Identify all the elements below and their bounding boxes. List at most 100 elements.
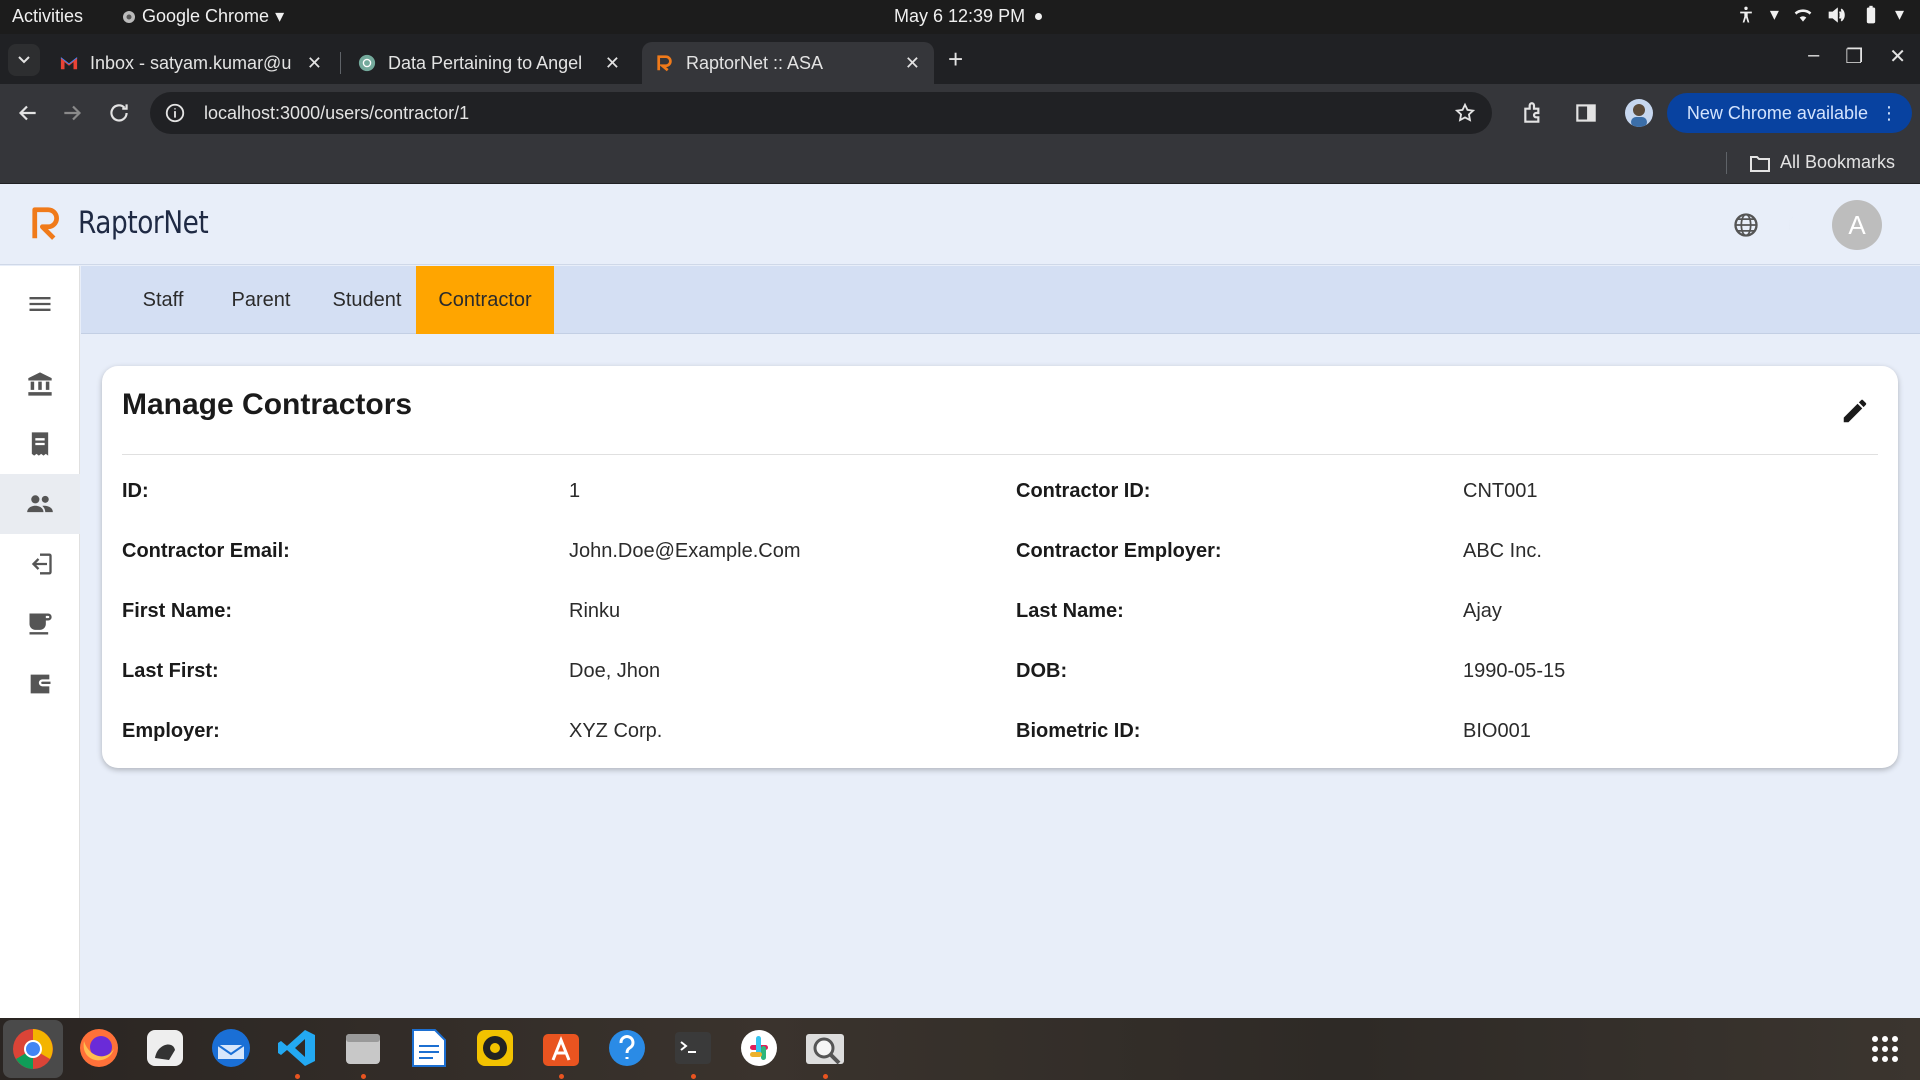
dock-image-viewer[interactable] xyxy=(803,1026,847,1070)
firefox-icon xyxy=(80,1029,118,1067)
all-bookmarks-button[interactable]: All Bookmarks xyxy=(1750,152,1895,173)
sidebar-menu-toggle[interactable] xyxy=(0,274,80,334)
grid-dot-icon xyxy=(1882,1046,1888,1052)
app-menu[interactable]: Google Chrome ▾ xyxy=(122,6,284,27)
raptornet-logo-icon xyxy=(32,207,59,240)
user-type-tabs: Staff Parent Student Contractor xyxy=(81,266,1920,334)
extensions-icon[interactable] xyxy=(1521,100,1547,126)
bookmarks-bar: All Bookmarks xyxy=(0,142,1920,184)
field-label-first-name: First Name: xyxy=(122,600,233,622)
activities-button[interactable]: Activities xyxy=(12,6,83,27)
forward-button[interactable] xyxy=(60,100,86,126)
browser-tab-raptornet[interactable]: RaptorNet :: ASA ✕ xyxy=(642,42,934,84)
app-logo[interactable]: RaptorNet xyxy=(30,203,231,243)
grid-dot-icon xyxy=(1892,1046,1898,1052)
dock-chrome[interactable] xyxy=(3,1020,63,1078)
sidebar-item-cafeteria[interactable] xyxy=(0,594,80,654)
terminal-icon xyxy=(675,1032,711,1064)
dock-gimp[interactable] xyxy=(143,1026,187,1070)
field-label-id: ID: xyxy=(122,480,149,502)
running-indicator xyxy=(295,1074,300,1079)
system-tray[interactable]: ▾ ▾ xyxy=(1736,4,1904,25)
arrow-left-icon xyxy=(18,105,36,121)
field-label-email: Contractor Email: xyxy=(122,540,290,562)
chrome-icon xyxy=(13,1029,53,1069)
dock-help[interactable] xyxy=(605,1026,649,1070)
cafe-icon xyxy=(29,613,52,635)
field-label-last-name: Last Name: xyxy=(1016,600,1124,622)
reload-button[interactable] xyxy=(106,100,132,126)
side-panel-icon[interactable] xyxy=(1573,100,1599,126)
app-center-icon xyxy=(543,1034,579,1066)
tab-search-button[interactable] xyxy=(8,44,40,76)
tab-separator xyxy=(340,52,341,74)
dock-files[interactable] xyxy=(341,1026,385,1070)
dock-slack[interactable] xyxy=(737,1026,781,1070)
field-label-last-first: Last First: xyxy=(122,660,219,682)
field-value-id: 1 xyxy=(569,480,581,502)
page-title: Manage Contractors xyxy=(122,388,413,421)
bookmark-star-icon[interactable] xyxy=(1454,102,1476,124)
tab-staff[interactable]: Staff xyxy=(125,266,201,334)
dock-vscode[interactable] xyxy=(275,1026,319,1070)
sidebar xyxy=(0,266,80,1018)
files-icon xyxy=(346,1034,380,1064)
user-avatar[interactable]: A xyxy=(1832,200,1882,250)
system-top-bar: Activities Google Chrome ▾ May 6 12:39 P… xyxy=(0,0,1920,34)
tab-student[interactable]: Student xyxy=(317,266,417,334)
toolbar-actions: New Chrome available ⋮ xyxy=(1521,92,1920,134)
chevron-down-icon: ▾ xyxy=(275,6,285,26)
show-apps-button[interactable] xyxy=(1872,1036,1898,1062)
dock-terminal[interactable] xyxy=(671,1026,715,1070)
sidebar-item-attendance[interactable] xyxy=(0,534,80,594)
tab-strip: Inbox - satyam.kumar@u ✕ Data Pertaining… xyxy=(0,34,1920,84)
field-value-contractor-employer: ABC Inc. xyxy=(1463,540,1542,562)
contractor-details-card: Manage Contractors ID: 1 Contractor ID: … xyxy=(102,366,1898,768)
dock-thunderbird[interactable] xyxy=(209,1026,253,1070)
edit-icon[interactable] xyxy=(1840,396,1870,426)
dark-mode-icon[interactable] xyxy=(1782,211,1810,239)
address-bar[interactable]: localhost:3000/users/contractor/1 xyxy=(150,92,1492,134)
back-button[interactable] xyxy=(14,100,40,126)
header-actions: A xyxy=(1732,200,1882,250)
grid-dot-icon xyxy=(1882,1036,1888,1042)
browser-tab-chatgpt[interactable]: Data Pertaining to Angel ✕ xyxy=(344,42,634,84)
sidebar-item-users[interactable] xyxy=(0,474,80,534)
chrome-update-button[interactable]: New Chrome available ⋮ xyxy=(1666,93,1912,133)
writer-icon xyxy=(412,1029,446,1067)
browser-tab-gmail[interactable]: Inbox - satyam.kumar@u ✕ xyxy=(46,42,336,84)
field-label-biometric-id: Biometric ID: xyxy=(1016,720,1141,742)
dock xyxy=(0,1018,1920,1080)
field-value-contractor-id: CNT001 xyxy=(1463,480,1538,502)
tab-contractor[interactable]: Contractor xyxy=(416,266,554,334)
dock-writer[interactable] xyxy=(407,1026,451,1070)
globe-icon[interactable] xyxy=(1732,211,1760,239)
running-indicator xyxy=(691,1074,696,1079)
restore-icon[interactable]: ❐ xyxy=(1845,44,1863,69)
close-icon[interactable]: ✕ xyxy=(605,53,620,74)
close-window-icon[interactable]: ✕ xyxy=(1889,44,1906,69)
browser-toolbar: localhost:3000/users/contractor/1 New Ch… xyxy=(0,84,1920,142)
thunderbird-icon xyxy=(212,1029,250,1067)
info-icon[interactable] xyxy=(164,102,186,124)
dock-firefox[interactable] xyxy=(77,1026,121,1070)
sidebar-item-wallet[interactable] xyxy=(0,654,80,714)
close-icon[interactable]: ✕ xyxy=(307,53,322,74)
close-icon[interactable]: ✕ xyxy=(905,53,920,74)
sidebar-item-institution[interactable] xyxy=(0,354,80,414)
institution-icon xyxy=(28,372,52,396)
tab-parent[interactable]: Parent xyxy=(217,266,305,334)
wifi-icon xyxy=(1794,8,1812,22)
chevron-down-icon xyxy=(18,56,30,64)
field-label-employer: Employer: xyxy=(122,720,220,742)
new-tab-button[interactable]: + xyxy=(948,44,963,75)
sidebar-item-receipts[interactable] xyxy=(0,414,80,474)
accessibility-icon xyxy=(1740,6,1752,22)
profile-avatar[interactable] xyxy=(1624,99,1653,127)
minimize-icon[interactable]: – xyxy=(1808,44,1819,69)
clock[interactable]: May 6 12:39 PM xyxy=(894,6,1043,27)
dock-rhythmbox[interactable] xyxy=(473,1026,517,1070)
dock-app-center[interactable] xyxy=(539,1026,583,1070)
running-indicator xyxy=(823,1074,828,1079)
grid-dot-icon xyxy=(1892,1036,1898,1042)
